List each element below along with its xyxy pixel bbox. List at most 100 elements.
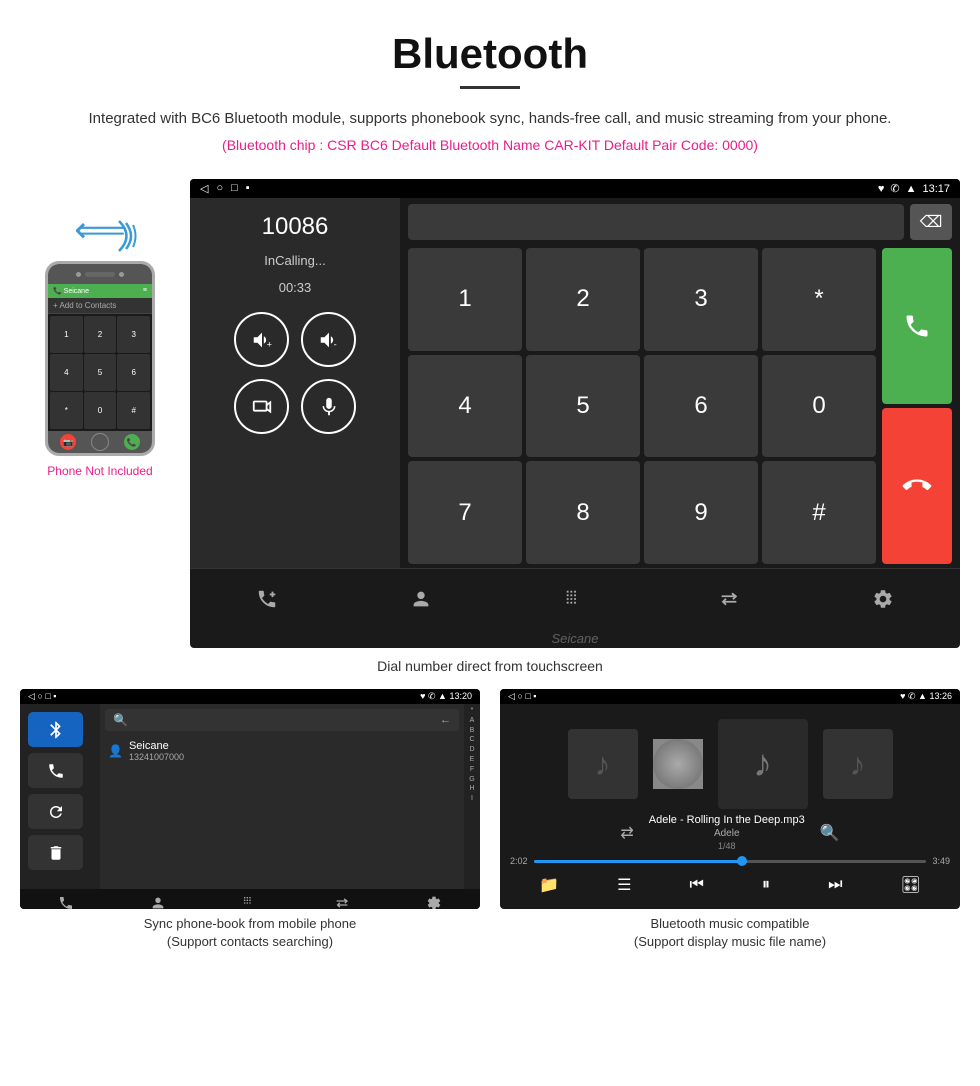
main-caption: Dial number direct from touchscreen: [0, 648, 980, 679]
music-artwork-area: ♪ ♪ ♪: [500, 704, 960, 814]
music-status-icons: ♥ ✆ ▲: [900, 691, 929, 701]
pb-tb-call-icon[interactable]: [58, 895, 74, 909]
phone-call-btn[interactable]: 📞: [124, 434, 140, 450]
alpha-b[interactable]: B: [470, 726, 475, 736]
dial-key-1[interactable]: 1: [408, 248, 522, 351]
dial-key-6[interactable]: 6: [644, 355, 758, 458]
pb-tb-transfer-icon[interactable]: [334, 895, 350, 909]
toolbar-contacts-icon[interactable]: [401, 579, 441, 619]
page-specs: (Bluetooth chip : CSR BC6 Default Blueto…: [20, 137, 960, 153]
music-prev-icon[interactable]: ⏮: [690, 876, 704, 894]
dial-key-0[interactable]: 0: [762, 355, 876, 458]
pb-tb-settings-icon[interactable]: [426, 895, 442, 909]
phonebook-toolbar: [20, 889, 480, 909]
dial-key-2[interactable]: 2: [526, 248, 640, 351]
dialpad-backspace-btn[interactable]: ⌫: [910, 204, 952, 240]
dial-key-star[interactable]: *: [762, 248, 876, 351]
phone-key-1[interactable]: 1: [50, 316, 83, 353]
dial-key-5[interactable]: 5: [526, 355, 640, 458]
end-call-btn[interactable]: [882, 408, 952, 564]
phone-key-8[interactable]: 0: [84, 392, 117, 429]
phone-screen-label: 📞 Seicane: [53, 287, 89, 295]
pb-tb-contacts-icon[interactable]: [150, 895, 166, 909]
phone-key-4[interactable]: 4: [50, 354, 83, 391]
phone-key-2[interactable]: 2: [84, 316, 117, 353]
dial-key-4[interactable]: 4: [408, 355, 522, 458]
music-time-bar: 2:02 3:49: [510, 856, 950, 866]
phone-key-3[interactable]: 3: [117, 316, 150, 353]
pb-delete-icon[interactable]: [28, 835, 83, 870]
main-car-screen: ◁ ○ □ ▪ ♥ ✆ ▲ 13:17 10086 InCalling... 0…: [190, 179, 960, 648]
alpha-h[interactable]: H: [469, 784, 474, 794]
pb-call-icon[interactable]: [28, 753, 83, 788]
volume-up-btn[interactable]: +: [234, 312, 289, 367]
dial-key-hash[interactable]: #: [762, 461, 876, 564]
toolbar-calls-icon[interactable]: [247, 579, 287, 619]
statusbar-left: ◁ ○ □ ▪: [200, 182, 250, 195]
page-header: Bluetooth Integrated with BC6 Bluetooth …: [0, 0, 980, 179]
contact-item[interactable]: 👤 Seicane 13241007000: [105, 736, 459, 766]
dial-key-7[interactable]: 7: [408, 461, 522, 564]
phone-speaker: [85, 272, 115, 277]
back-icon[interactable]: ←: [440, 714, 451, 726]
dialpad-grid-wrapper: ⌫ 1 2 3 * 4 5 6 0 7 8 9: [400, 198, 960, 568]
pb-refresh-icon[interactable]: [28, 794, 83, 829]
music-playlist-icon[interactable]: ☰: [617, 875, 631, 895]
alpha-c[interactable]: C: [469, 735, 474, 745]
dial-key-9[interactable]: 9: [644, 461, 758, 564]
phone-key-7[interactable]: *: [50, 392, 83, 429]
dialpad-input-field[interactable]: [408, 204, 904, 240]
pb-nav-icons: ◁ ○ □ ▪: [28, 691, 57, 702]
toolbar-dialpad-icon[interactable]: [555, 579, 595, 619]
phone-top-bar: [48, 264, 152, 284]
shuffle-icon[interactable]: ⇄: [620, 823, 633, 843]
alphabet-bar: * A B C D E F G H I: [464, 704, 480, 889]
mute-btn[interactable]: [301, 379, 356, 434]
dialpad-keys-grid: 1 2 3 * 4 5 6 0 7 8 9 #: [408, 248, 876, 564]
answer-call-btn[interactable]: [882, 248, 952, 404]
volume-down-btn[interactable]: -: [301, 312, 356, 367]
time-elapsed: 2:02: [510, 856, 528, 866]
music-eq-icon[interactable]: 🎛: [901, 875, 921, 895]
phonebook-statusbar: ◁ ○ □ ▪ ♥ ✆ ▲ 13:20: [20, 689, 480, 704]
progress-bar-fill: [534, 860, 742, 863]
transfer-call-btn[interactable]: [234, 379, 289, 434]
alpha-e[interactable]: E: [470, 755, 475, 765]
phone-key-5[interactable]: 5: [84, 354, 117, 391]
location-icon: ♥: [878, 183, 885, 195]
toolbar-transfer-icon[interactable]: [709, 579, 749, 619]
contact-avatar-icon: 👤: [108, 744, 123, 758]
alpha-g[interactable]: G: [469, 775, 474, 785]
alpha-f[interactable]: F: [470, 765, 474, 775]
phone-dialpad: 1 2 3 4 5 6 * 0 #: [48, 314, 152, 431]
nav-home-icon: ○: [216, 182, 223, 195]
wifi-icon: ▲: [906, 183, 917, 195]
notification-icon: ▪: [246, 182, 250, 195]
dialpad-top-area: ⌫: [400, 198, 960, 244]
toolbar-settings-icon[interactable]: [863, 579, 903, 619]
phone-menu-icon: ≡: [143, 287, 147, 295]
phone-mockup: 📞 Seicane ≡ + Add to Contacts 1 2 3 4 5 …: [45, 261, 155, 456]
alpha-star[interactable]: *: [471, 706, 474, 716]
phone-key-9[interactable]: #: [117, 392, 150, 429]
music-note-icon-right: ♪: [850, 746, 866, 783]
contact-number: 13241007000: [129, 752, 184, 762]
phone-home-btn[interactable]: [91, 433, 109, 451]
phone-key-6[interactable]: 6: [117, 354, 150, 391]
pb-bluetooth-icon[interactable]: [28, 712, 83, 747]
music-search-icon[interactable]: 🔍: [820, 823, 840, 843]
music-play-pause-icon[interactable]: ⏸: [762, 876, 770, 894]
music-next-icon[interactable]: ⏭: [828, 876, 842, 894]
dialpad-screen: 10086 InCalling... 00:33 + -: [190, 198, 960, 568]
progress-bar-track[interactable]: [534, 860, 927, 863]
alpha-i[interactable]: I: [471, 794, 473, 804]
dial-key-8[interactable]: 8: [526, 461, 640, 564]
phone-end-btn[interactable]: 📷: [60, 434, 76, 450]
dial-key-3[interactable]: 3: [644, 248, 758, 351]
alpha-d[interactable]: D: [469, 745, 474, 755]
phone-bottom-bar: 📷 📞: [48, 431, 152, 453]
pb-tb-dialpad-icon[interactable]: [242, 895, 258, 909]
music-folder-icon[interactable]: 📁: [539, 875, 559, 895]
music-status-right: ♥ ✆ ▲ 13:26: [900, 691, 952, 702]
alpha-a[interactable]: A: [470, 716, 475, 726]
